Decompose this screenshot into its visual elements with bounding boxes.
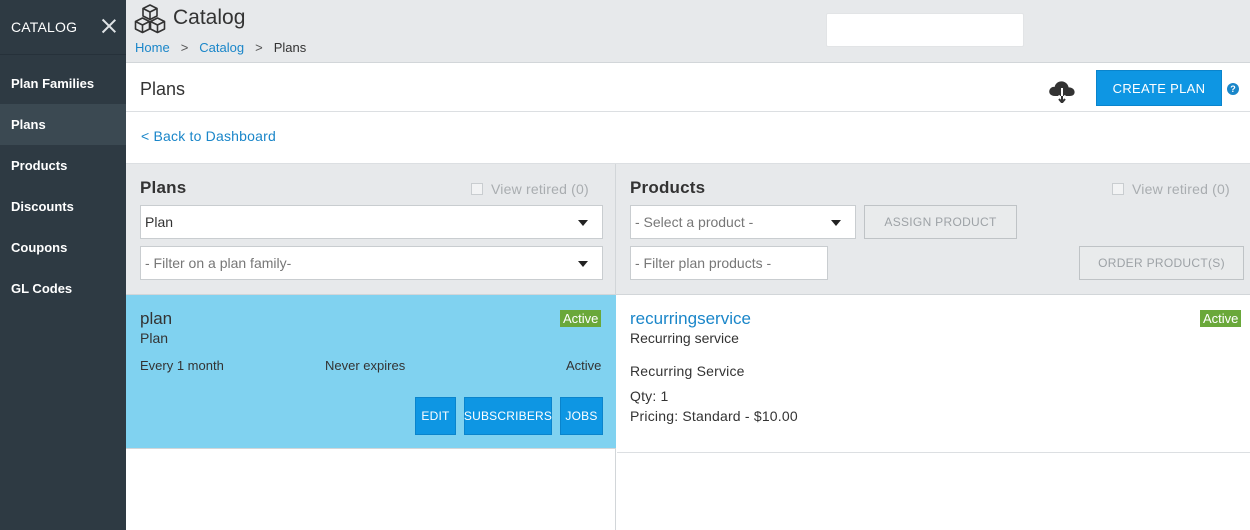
products-view-retired: View retired (0) bbox=[1112, 181, 1230, 197]
product-qty: Qty: 1 bbox=[630, 388, 669, 404]
filter-plan-products-input[interactable]: - Filter plan products - bbox=[630, 246, 828, 280]
app-title: Catalog bbox=[173, 6, 246, 29]
products-view-retired-label: View retired (0) bbox=[1132, 181, 1230, 197]
plan-expiry: Never expires bbox=[325, 358, 406, 373]
plan-name: plan bbox=[140, 309, 173, 328]
status-badge: Active bbox=[1200, 310, 1242, 327]
sidebar-item-discounts[interactable]: Discounts bbox=[0, 186, 126, 227]
sidebar-header: CATALOG bbox=[0, 0, 126, 55]
plan-family-filter[interactable]: - Filter on a plan family- bbox=[140, 246, 603, 280]
sidebar: CATALOG Plan Families Plans Products Dis… bbox=[0, 0, 126, 530]
page-titlebar: Plans CREATE PLAN ? bbox=[126, 63, 1250, 112]
page-title: Plans bbox=[140, 79, 186, 99]
plans-panel-title: Plans bbox=[140, 178, 187, 197]
sidebar-item-coupons[interactable]: Coupons bbox=[0, 227, 126, 268]
plan-card[interactable]: plan Plan Active Every 1 month Never exp… bbox=[126, 295, 616, 449]
breadcrumb-catalog-link[interactable]: Catalog bbox=[199, 40, 244, 55]
chevron-down-icon bbox=[578, 261, 588, 267]
subscribers-button[interactable]: SUBSCRIBERS bbox=[464, 397, 552, 435]
product-name-link[interactable]: recurringservice bbox=[630, 309, 751, 329]
product-type: Recurring service bbox=[630, 330, 739, 346]
cloud-download-icon[interactable] bbox=[1047, 79, 1077, 103]
plan-select-value: Plan bbox=[145, 214, 174, 230]
plans-view-retired-checkbox[interactable] bbox=[471, 183, 483, 195]
plans-view-retired: View retired (0) bbox=[471, 181, 589, 197]
plan-type: Plan bbox=[140, 330, 169, 346]
product-card: recurringservice Recurring service Activ… bbox=[617, 295, 1250, 453]
products-panel-title: Products bbox=[630, 178, 706, 197]
create-plan-button[interactable]: CREATE PLAN bbox=[1096, 70, 1222, 106]
back-row: < Back to Dashboard bbox=[126, 112, 1250, 164]
catalog-cubes-icon bbox=[134, 4, 166, 34]
app-header: Catalog Home > Catalog > Plans bbox=[126, 0, 1250, 63]
sidebar-title: CATALOG bbox=[11, 19, 78, 35]
sidebar-nav: Plan Families Plans Products Discounts C… bbox=[0, 55, 126, 309]
chevron-down-icon bbox=[831, 220, 841, 226]
sidebar-item-plan-families[interactable]: Plan Families bbox=[0, 63, 126, 104]
product-select[interactable]: - Select a product - bbox=[630, 205, 856, 239]
products-view-retired-checkbox[interactable] bbox=[1112, 183, 1124, 195]
search-input[interactable] bbox=[826, 13, 1024, 47]
breadcrumb-separator: > bbox=[180, 40, 189, 55]
breadcrumb: Home > Catalog > Plans bbox=[135, 40, 306, 55]
products-panel-header: Products View retired (0) - Select a pro… bbox=[616, 164, 1250, 295]
help-icon[interactable]: ? bbox=[1227, 83, 1239, 95]
close-icon[interactable] bbox=[100, 17, 118, 35]
plans-view-retired-label: View retired (0) bbox=[491, 181, 589, 197]
assign-product-button[interactable]: ASSIGN PRODUCT bbox=[864, 205, 1017, 239]
plan-select[interactable]: Plan bbox=[140, 205, 603, 239]
plans-list-empty-area bbox=[126, 449, 616, 530]
sidebar-item-gl-codes[interactable]: GL Codes bbox=[0, 268, 126, 309]
breadcrumb-separator: > bbox=[255, 40, 263, 55]
jobs-button[interactable]: JOBS bbox=[560, 397, 603, 435]
product-select-value: - Select a product - bbox=[635, 214, 754, 230]
edit-button[interactable]: EDIT bbox=[415, 397, 456, 435]
breadcrumb-current: Plans bbox=[273, 40, 307, 55]
breadcrumb-home-link[interactable]: Home bbox=[135, 40, 170, 55]
sidebar-item-products[interactable]: Products bbox=[0, 145, 126, 186]
plan-interval: Every 1 month bbox=[140, 358, 224, 373]
order-products-button[interactable]: ORDER PRODUCT(S) bbox=[1079, 246, 1244, 280]
plan-status: Active bbox=[566, 358, 602, 373]
sidebar-item-plans[interactable]: Plans bbox=[0, 104, 126, 145]
status-badge: Active bbox=[560, 310, 602, 327]
product-pricing: Pricing: Standard - $10.00 bbox=[630, 408, 798, 424]
product-description: Recurring Service bbox=[630, 363, 745, 379]
back-to-dashboard-link[interactable]: < Back to Dashboard bbox=[141, 128, 276, 144]
chevron-down-icon bbox=[578, 220, 588, 226]
plan-family-filter-value: - Filter on a plan family- bbox=[145, 255, 292, 271]
plans-panel-header: Plans View retired (0) Plan - Filter on … bbox=[126, 164, 616, 295]
